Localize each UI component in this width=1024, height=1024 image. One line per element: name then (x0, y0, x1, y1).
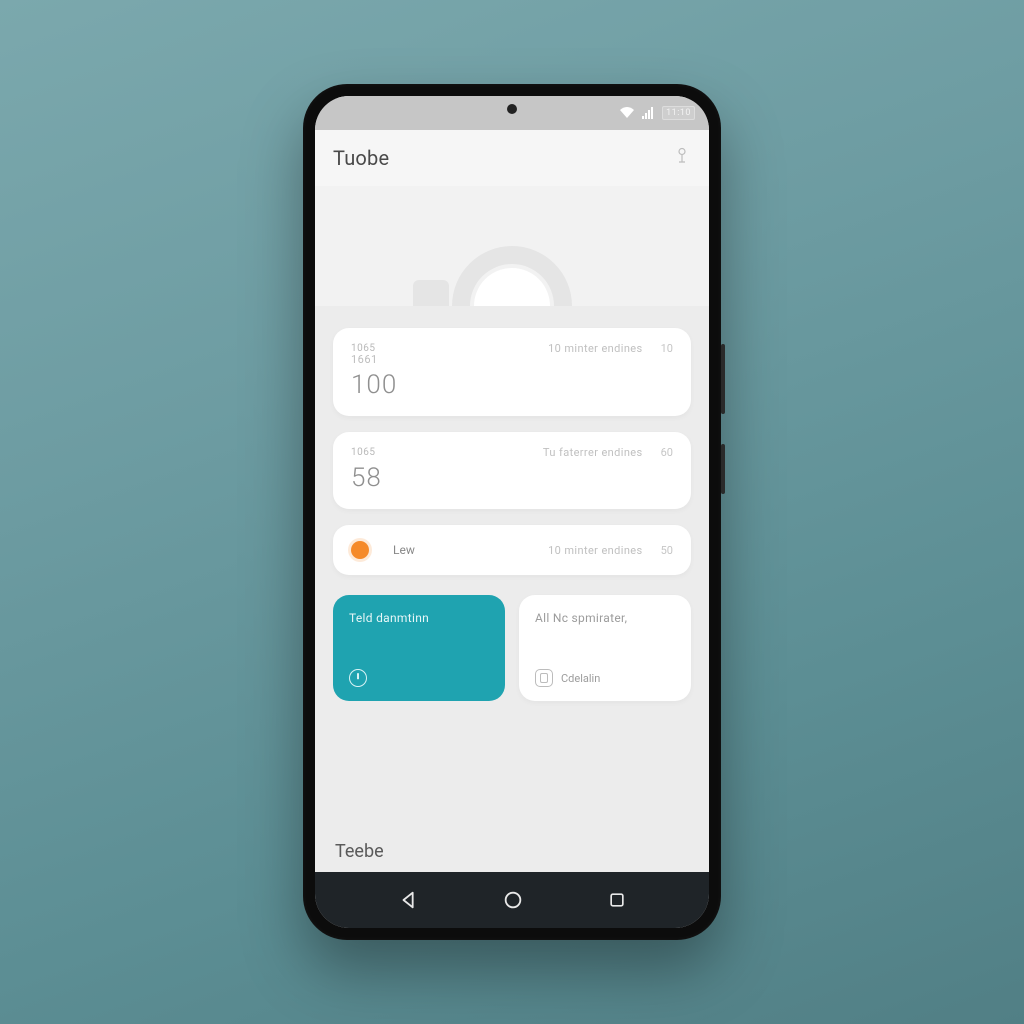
tile-subtext: Cdelalin (561, 672, 600, 685)
status-card-label: Lew (393, 543, 530, 557)
nav-home-button[interactable] (502, 889, 524, 911)
stat-card-number: 100 (351, 370, 530, 400)
content-area: 1065 10 minter endines 10 1661 100 1065 … (315, 306, 709, 835)
primary-action-tile[interactable]: Teld danmtinn (333, 595, 505, 701)
status-card[interactable]: Lew 10 minter endines 50 (333, 525, 691, 575)
nav-recent-button[interactable] (607, 890, 627, 910)
screen: 11:10 Tuobe 1065 10 minter endines 10 16… (315, 96, 709, 928)
stat-card[interactable]: 1065 Tu faterrer endines 60 58 (333, 432, 691, 509)
stat-card-number: 58 (351, 463, 525, 493)
tile-title: All Nc spmirater, (535, 611, 675, 625)
info-icon[interactable] (673, 147, 691, 169)
status-card-subtext: 10 minter endines (548, 544, 643, 557)
secondary-action-tile[interactable]: All Nc spmirater, Cdelalin (519, 595, 691, 701)
status-card-value: 50 (661, 544, 673, 557)
wifi-icon (620, 107, 634, 119)
footer: Teebe (315, 835, 709, 872)
stat-card-subtext: Tu faterrer endines (543, 446, 643, 459)
phone-frame: 11:10 Tuobe 1065 10 minter endines 10 16… (303, 84, 721, 940)
document-icon (535, 669, 553, 687)
android-nav-bar (315, 872, 709, 928)
title-bar: Tuobe (315, 130, 709, 186)
tile-row: Teld danmtinn All Nc spmirater, Cdelalin (333, 595, 691, 701)
status-time: 11:10 (662, 106, 695, 120)
page-title: Tuobe (333, 146, 389, 170)
stat-card-value: 10 (661, 342, 673, 355)
footer-label: Teebe (335, 841, 384, 862)
stat-card[interactable]: 1065 10 minter endines 10 1661 100 (333, 328, 691, 416)
stat-card-label: 1065 (351, 447, 525, 458)
tile-title: Teld danmtinn (349, 611, 489, 625)
stat-card-subtext: 10 minter endines (548, 342, 643, 355)
earpiece (507, 104, 517, 114)
stat-card-value: 60 (661, 446, 673, 459)
status-dot-icon (351, 541, 369, 559)
side-button-power (721, 444, 725, 494)
hero-illustration (315, 186, 709, 306)
clock-icon (349, 669, 367, 687)
stat-card-line2: 1661 (351, 353, 530, 366)
signal-icon (642, 107, 654, 119)
nav-back-button[interactable] (398, 889, 420, 911)
side-button-volume (721, 344, 725, 414)
